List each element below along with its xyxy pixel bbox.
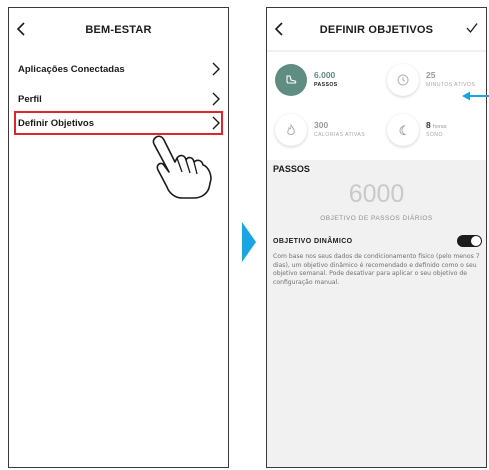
goal-label: CALORIAS ATIVAS bbox=[314, 132, 366, 138]
section-title: PASSOS bbox=[273, 164, 310, 174]
pointing-hand-icon bbox=[152, 135, 212, 199]
set-goals-screen: DEFINIR OBJETIVOS 6.000 PASSOS 25 MINUTO… bbox=[266, 7, 487, 468]
menu-item-label: Perfil bbox=[18, 94, 42, 105]
goal-label: PASSOS bbox=[314, 82, 338, 88]
dynamic-goal-toggle[interactable] bbox=[457, 235, 482, 247]
goal-value: 300 bbox=[314, 120, 329, 130]
goal-sleep-badge bbox=[387, 114, 419, 146]
goal-label: SONO bbox=[426, 132, 443, 138]
menu-item-label: Aplicações Conectadas bbox=[18, 64, 125, 75]
goal-steps-badge bbox=[275, 64, 307, 96]
timer-icon bbox=[397, 74, 409, 86]
goal-steps[interactable]: 6.000 PASSOS bbox=[267, 60, 375, 106]
header: BEM-ESTAR bbox=[9, 8, 228, 50]
goal-calories-badge bbox=[275, 114, 307, 146]
step-goal-value[interactable]: 6000 bbox=[267, 180, 486, 209]
chevron-right-icon bbox=[212, 116, 220, 130]
menu-item-profile[interactable]: Perfil bbox=[9, 86, 228, 112]
goal-label: MINUTOS ATIVOS bbox=[426, 82, 476, 88]
page-title: BEM-ESTAR bbox=[85, 24, 152, 36]
annotation-arrow-icon bbox=[462, 91, 489, 101]
moon-icon bbox=[399, 125, 407, 136]
header: DEFINIR OBJETIVOS bbox=[267, 8, 486, 50]
dynamic-goal-description: Com base nos seus dados de condicionamen… bbox=[273, 253, 480, 286]
bem-estar-screen: BEM-ESTAR Aplicações Conectadas Perfil D… bbox=[8, 7, 229, 468]
shoe-icon bbox=[286, 75, 297, 84]
menu-item-label: Definir Objetivos bbox=[18, 118, 95, 129]
dynamic-goal-title: OBJETIVO DINÂMICO bbox=[273, 238, 353, 245]
goal-value: 8 horas bbox=[426, 120, 447, 130]
chevron-right-icon bbox=[212, 92, 220, 106]
goal-value: 6.000 bbox=[314, 70, 336, 80]
goal-sleep[interactable]: 8 horas SONO bbox=[379, 110, 486, 156]
menu-item-connected-apps[interactable]: Aplicações Conectadas bbox=[9, 56, 228, 82]
step-goal-caption: OBJETIVO DE PASSOS DIÁRIOS bbox=[320, 215, 433, 222]
next-step-arrow-icon bbox=[242, 222, 256, 262]
chevron-right-icon bbox=[212, 62, 220, 76]
goals-panel: 6.000 PASSOS 25 MINUTOS ATIVOS 300 CALOR… bbox=[267, 52, 486, 160]
checkmark-icon[interactable] bbox=[466, 22, 478, 34]
goal-active-calories[interactable]: 300 CALORIAS ATIVAS bbox=[267, 110, 375, 156]
toggle-knob bbox=[471, 236, 481, 246]
page-title: DEFINIR OBJETIVOS bbox=[319, 24, 434, 36]
flame-icon bbox=[287, 123, 295, 135]
goal-minutes-badge bbox=[387, 64, 419, 96]
goal-value: 25 bbox=[426, 70, 436, 80]
